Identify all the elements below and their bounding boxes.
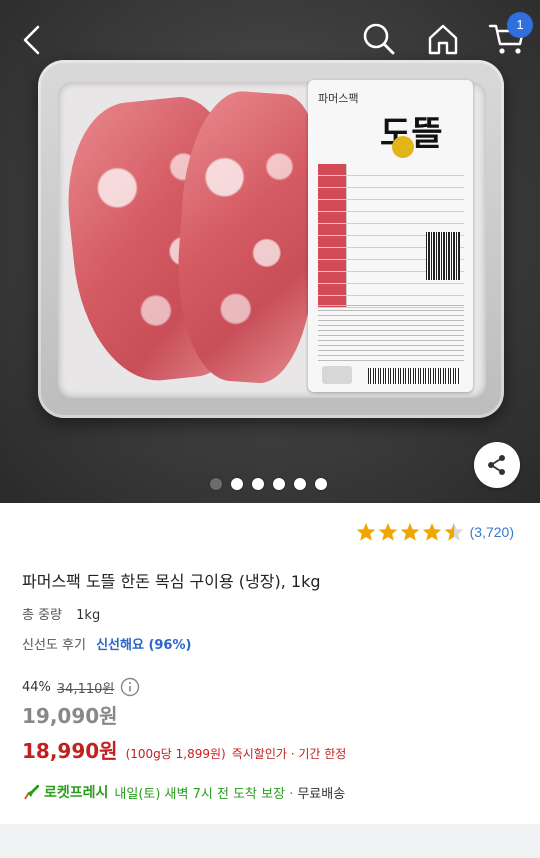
rocket-icon bbox=[24, 785, 39, 800]
cart-count-badge[interactable]: 1 bbox=[507, 12, 533, 38]
gallery-dot[interactable] bbox=[252, 478, 264, 490]
discount-rate: 44% bbox=[22, 679, 51, 695]
package-badge bbox=[392, 136, 414, 158]
gallery-dot[interactable] bbox=[294, 478, 306, 490]
discount-row: 44% 34,110원 bbox=[22, 677, 140, 697]
package-label: 파머스팩 도뜰 bbox=[308, 80, 473, 392]
package-brand: 파머스팩 bbox=[318, 92, 359, 105]
weight-value: 1kg bbox=[76, 608, 101, 623]
star-icon bbox=[400, 523, 419, 541]
star-icon bbox=[356, 523, 375, 541]
package-logo bbox=[322, 366, 352, 384]
sale-price: 19,090원 bbox=[22, 704, 118, 728]
freshness-value[interactable]: 신선해요 (96%) bbox=[96, 638, 191, 653]
instant-discount-row: 18,990원 (100g당 1,899원) 즉시할인가 · 기간 한정 bbox=[22, 735, 346, 764]
gallery-dot[interactable] bbox=[315, 478, 327, 490]
product-title: 파머스팩 도뜰 한돈 목심 구이용 (냉장), 1kg bbox=[22, 572, 321, 591]
rocket-fresh-label: 로켓프레시 bbox=[44, 785, 109, 801]
search-icon[interactable] bbox=[362, 22, 396, 56]
half-star-icon bbox=[444, 523, 463, 541]
share-button[interactable] bbox=[474, 442, 520, 488]
delivery-eta: 내일(토) 새벽 7시 전 도착 보장 · bbox=[114, 786, 294, 802]
gallery-dot[interactable] bbox=[273, 478, 285, 490]
barcode bbox=[426, 232, 460, 280]
fine-print bbox=[318, 305, 464, 361]
star-icon bbox=[378, 523, 397, 541]
gallery-dot[interactable] bbox=[231, 478, 243, 490]
delivery-info: 로켓프레시 내일(토) 새벽 7시 전 도착 보장 · 무료배송 bbox=[22, 782, 345, 802]
instant-price: 18,990원 bbox=[22, 739, 118, 763]
weight-label: 총 중량 bbox=[22, 608, 63, 623]
review-count[interactable]: (3,720) bbox=[470, 524, 514, 540]
info-icon[interactable] bbox=[120, 677, 140, 697]
barcode bbox=[368, 368, 460, 384]
rating[interactable]: (3,720) bbox=[356, 522, 514, 542]
weight-row: 총 중량 1kg bbox=[22, 604, 100, 623]
gallery-pagination bbox=[210, 478, 327, 490]
home-icon[interactable] bbox=[426, 22, 460, 56]
star-rating bbox=[356, 522, 464, 542]
star-icon bbox=[422, 523, 441, 541]
free-shipping: 무료배송 bbox=[297, 786, 346, 802]
freshness-row[interactable]: 신선도 후기 신선해요 (96%) bbox=[22, 634, 191, 653]
original-price: 34,110원 bbox=[56, 681, 115, 697]
gallery-dot[interactable] bbox=[210, 478, 222, 490]
share-icon bbox=[488, 455, 505, 475]
instant-discount-label: 즉시할인가 · 기간 한정 bbox=[231, 747, 347, 761]
freshness-label: 신선도 후기 bbox=[22, 638, 86, 653]
back-icon[interactable] bbox=[18, 24, 46, 56]
product-image-gallery[interactable]: 파머스팩 도뜰 1 bbox=[0, 0, 540, 503]
section-divider bbox=[0, 824, 540, 858]
unit-price: (100g당 1,899원) bbox=[125, 747, 226, 761]
